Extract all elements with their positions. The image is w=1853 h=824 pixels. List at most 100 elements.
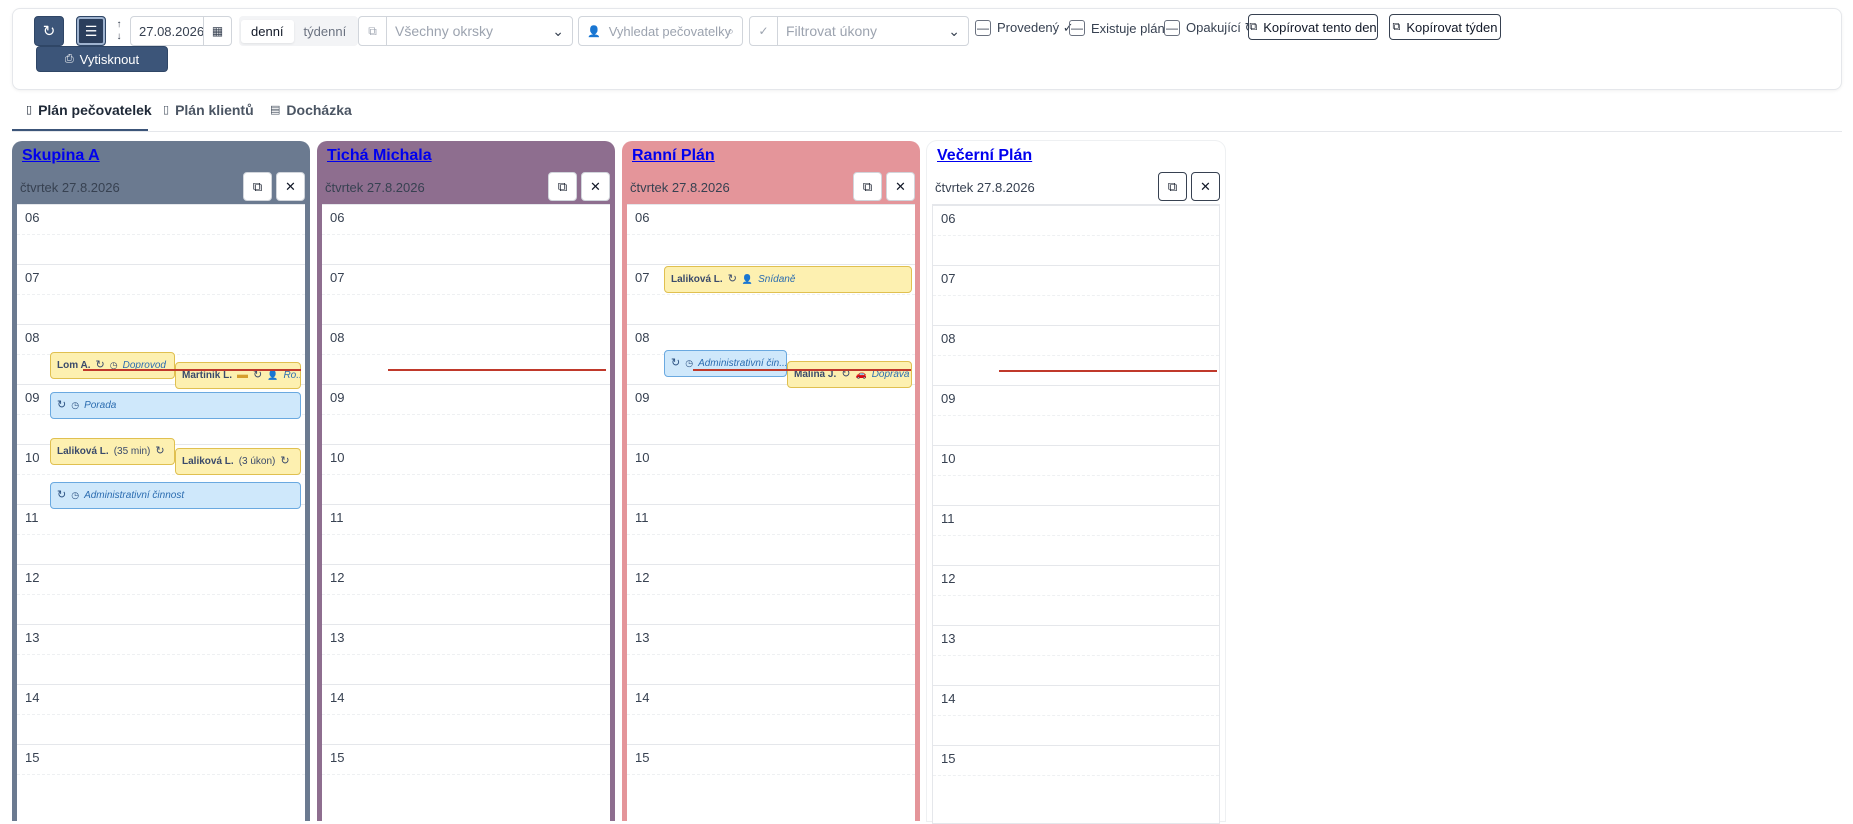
half-hour-gridline xyxy=(322,234,610,235)
view-daily-option[interactable]: denní xyxy=(241,19,294,43)
hour-gridline xyxy=(322,504,610,505)
column-title[interactable]: Tichá Michala xyxy=(327,147,432,165)
half-hour-gridline xyxy=(17,234,305,235)
close-icon: ✕ xyxy=(1200,178,1211,194)
car-icon: 🚗 xyxy=(855,369,867,379)
hour-label: 10 xyxy=(25,450,40,465)
hour-gridline xyxy=(322,264,610,265)
hour-gridline xyxy=(627,684,915,685)
hour-label: 15 xyxy=(635,750,650,765)
event-card[interactable]: Lom A. ↻ ◷ Doprovod xyxy=(50,352,175,379)
hour-label: 08 xyxy=(635,330,650,345)
hour-gridline xyxy=(322,384,610,385)
filter-repeat-checkbox[interactable]: — Opakující ↻ xyxy=(1164,20,1255,36)
date-stepper[interactable]: ↑ ↓ xyxy=(112,16,126,46)
hour-label: 07 xyxy=(330,270,345,285)
repeat-icon: ↻ xyxy=(57,399,67,411)
close-column-button[interactable]: ✕ xyxy=(1191,172,1220,201)
day-grid[interactable]: 15 14 13 12 11 10 09 08 07 06 xyxy=(322,204,610,824)
hour-gridline xyxy=(627,264,915,265)
hour-label: 10 xyxy=(941,451,956,466)
hour-label: 11 xyxy=(25,510,39,525)
filter-done-checkbox[interactable]: — Provedený ✓ xyxy=(975,20,1074,36)
hour-label: 06 xyxy=(330,210,345,225)
filter-plan-checkbox[interactable]: — Existuje plán xyxy=(1069,20,1165,36)
event-card[interactable]: ↻ ◷ Porada xyxy=(50,392,301,419)
close-column-button[interactable]: ✕ xyxy=(886,172,915,201)
copy-day-button[interactable]: ⧉ Kopírovat tento den xyxy=(1248,14,1378,40)
event-card[interactable]: Laliková L. (3 úkon) ↻ xyxy=(175,448,301,475)
event-card[interactable]: ↻ ◷ Administrativní čin... xyxy=(664,350,787,377)
column-title[interactable]: Skupina A xyxy=(22,147,100,165)
district-select[interactable]: ⧉ Všechny okrsky ⌄ xyxy=(358,16,573,46)
half-hour-gridline xyxy=(933,355,1219,356)
column-date: čtvrtek 27.8.2026 xyxy=(630,180,730,195)
event-card[interactable]: Laliková L. ↻ 👤 Snídaně xyxy=(664,266,912,293)
repeat-icon: ↻ xyxy=(727,273,737,285)
copy-column-button[interactable]: ⧉ xyxy=(548,172,577,201)
view-weekly-option[interactable]: týdenní xyxy=(294,20,357,43)
hour-gridline xyxy=(17,324,305,325)
hour-label: 06 xyxy=(635,210,650,225)
event-duration: (3 úkon) xyxy=(238,456,276,467)
copy-column-button[interactable]: ⧉ xyxy=(853,172,882,201)
org-chart-icon: ⧉ xyxy=(359,17,387,45)
hour-label: 08 xyxy=(330,330,345,345)
copy-column-button[interactable]: ⧉ xyxy=(243,172,272,201)
column-title[interactable]: Večerní Plán xyxy=(937,147,1032,165)
hour-label: 14 xyxy=(635,690,650,705)
half-hour-gridline xyxy=(933,535,1219,536)
event-card[interactable]: Martinik L. ▬ ↻ 👤 Ro... xyxy=(175,362,301,389)
indeterminate-check-icon[interactable]: — xyxy=(1069,20,1085,36)
event-client-name: Laliková L. xyxy=(182,456,234,467)
half-hour-gridline xyxy=(322,534,610,535)
filter-toggle-button[interactable]: ☰ xyxy=(76,16,106,46)
close-column-button[interactable]: ✕ xyxy=(276,172,305,201)
refresh-button[interactable]: ↻ xyxy=(34,16,64,46)
half-hour-gridline xyxy=(933,655,1219,656)
repeat-icon: ↻ xyxy=(671,357,681,369)
caregiver-search-input[interactable]: 👤 Vyhledat pečovatelky ⌕ xyxy=(578,16,743,46)
copy-column-button[interactable]: ⧉ xyxy=(1158,172,1187,201)
hour-gridline xyxy=(17,204,305,205)
print-button[interactable]: ⎙ Vytisknout xyxy=(36,46,168,72)
column-title[interactable]: Ranní Plán xyxy=(632,147,715,165)
hour-label: 13 xyxy=(941,631,956,646)
half-hour-gridline xyxy=(322,594,610,595)
hour-label: 12 xyxy=(635,570,650,585)
clock-icon: ◷ xyxy=(71,490,80,500)
hour-gridline xyxy=(17,744,305,745)
hour-gridline xyxy=(627,444,915,445)
current-time-line xyxy=(83,369,301,371)
hour-gridline xyxy=(933,445,1219,446)
tab-caregivers-plan[interactable]: ▯ Plán pečovatelek xyxy=(26,102,152,118)
hour-label: 07 xyxy=(635,270,650,285)
hour-gridline xyxy=(627,504,915,505)
half-hour-gridline xyxy=(17,714,305,715)
hour-gridline xyxy=(322,324,610,325)
calendar-icon[interactable]: ▦ xyxy=(203,17,231,45)
filter-plan-label: Existuje plán xyxy=(1091,20,1165,36)
day-grid[interactable]: 15 14 13 12 11 10 09 08 07 06 xyxy=(932,204,1220,824)
event-card[interactable]: ↻ ◷ Administrativní činnost xyxy=(50,482,301,509)
copy-week-button[interactable]: ⧉ Kopírovat týden xyxy=(1389,14,1501,40)
day-grid[interactable]: 15 14 13 12 11 10 09 08 07 06 Lom A. ↻ ◷ Doprovod… xyxy=(17,204,305,824)
indeterminate-check-icon[interactable]: — xyxy=(1164,20,1180,36)
close-column-button[interactable]: ✕ xyxy=(581,172,610,201)
card-icon: ▬ xyxy=(237,369,249,381)
date-input[interactable]: 27.08.2026 ▦ xyxy=(130,16,232,46)
hour-label: 07 xyxy=(25,270,40,285)
arrow-down-icon[interactable]: ↓ xyxy=(117,31,122,43)
task-filter-select[interactable]: ✓ Filtrovat úkony ⌄ xyxy=(749,16,969,46)
tab-clients-label: Plán klientů xyxy=(175,102,254,118)
half-hour-gridline xyxy=(322,414,610,415)
day-grid[interactable]: 15 14 13 12 11 10 09 08 07 06 Laliková L. ↻ 👤 Sní… xyxy=(627,204,915,824)
event-card[interactable]: Malina J. ↻ 🚗 Doprava xyxy=(787,361,912,388)
tab-attendance[interactable]: ▤ Docházka xyxy=(270,102,352,118)
event-task: Administrativní činnost xyxy=(84,490,185,501)
tab-clients-plan[interactable]: ▯ Plán klientů xyxy=(163,102,254,118)
arrow-up-icon[interactable]: ↑ xyxy=(117,19,122,31)
half-hour-gridline xyxy=(627,294,915,295)
indeterminate-check-icon[interactable]: — xyxy=(975,20,991,36)
event-card[interactable]: Laliková L. (35 min) ↻ xyxy=(50,438,175,465)
